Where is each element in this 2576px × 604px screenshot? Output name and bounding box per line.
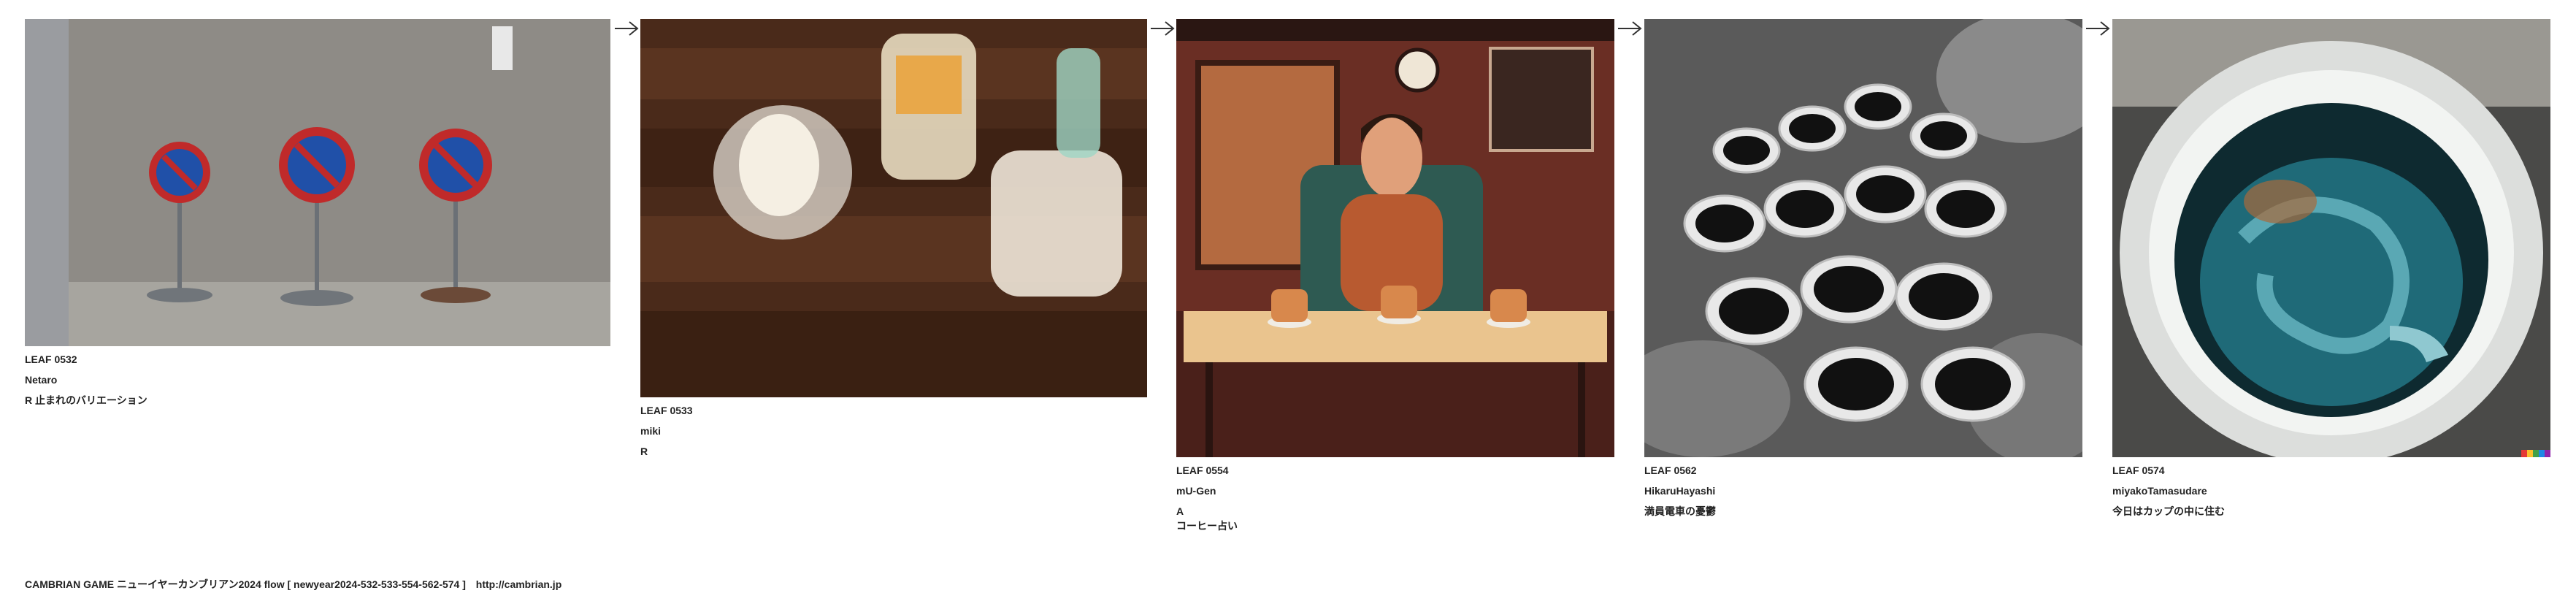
leaf-id: LEAF 0532 [25, 353, 77, 365]
leaf-id: LEAF 0574 [2112, 465, 2165, 476]
leaf-caption-0533: LEAF 0533 miki R [640, 400, 693, 462]
leaf-note: A [1176, 505, 1184, 517]
right-arrow-icon [2085, 19, 2111, 38]
leaf-author[interactable]: miyakoTamasudare [2112, 481, 2225, 501]
leaf-caption-0562: LEAF 0562 HikaruHayashi 満員電車の憂鬱 [1644, 460, 1716, 521]
right-arrow-icon [1149, 19, 1176, 38]
leaf-card-0532: LEAF 0532 Netaro R 止まれのバリエーション [25, 19, 610, 428]
leaf-image-0562[interactable] [1644, 19, 2082, 457]
right-arrow-icon [613, 19, 640, 38]
footer-link[interactable]: http://cambrian.jp [476, 578, 561, 590]
leaf-image-0574[interactable] [2112, 19, 2550, 457]
leaf-note: R 止まれのバリエーション [25, 394, 147, 406]
leaf-card-0554: LEAF 0554 mU-Gen A コーヒー占い [1176, 19, 1614, 545]
leaf-caption-0532: LEAF 0532 Netaro R 止まれのバリエーション [25, 349, 147, 410]
leaf-id: LEAF 0554 [1176, 465, 1229, 476]
leaf-image-0532[interactable] [25, 19, 610, 346]
leaf-caption-0554: LEAF 0554 mU-Gen A コーヒー占い [1176, 460, 1238, 533]
leaf-author[interactable]: mU-Gen [1176, 481, 1238, 501]
footer: CAMBRIAN GAME ニューイヤーカンブリアン2024 flow [ ne… [25, 577, 561, 592]
right-arrow-icon [1617, 19, 1643, 38]
leaf-id: LEAF 0562 [1644, 465, 1697, 476]
leaf-image-0533[interactable] [640, 19, 1147, 397]
leaf-note: 今日はカップの中に住む [2112, 505, 2225, 517]
leaf-note: コーヒー占い [1176, 520, 1238, 532]
leaf-card-0574: LEAF 0574 miyakoTamasudare 今日はカップの中に住む [2112, 19, 2550, 530]
leaf-caption-0574: LEAF 0574 miyakoTamasudare 今日はカップの中に住む [2112, 460, 2225, 521]
leaf-author[interactable]: Netaro [25, 370, 147, 390]
leaf-card-0533: LEAF 0533 miki R [640, 19, 1147, 472]
leaf-card-0562: LEAF 0562 HikaruHayashi 満員電車の憂鬱 [1644, 19, 2082, 530]
leaf-image-0554[interactable] [1176, 19, 1614, 457]
leaf-id: LEAF 0533 [640, 405, 693, 416]
leaf-note: 満員電車の憂鬱 [1644, 505, 1716, 517]
leaf-author[interactable]: HikaruHayashi [1644, 481, 1716, 501]
leaf-note: R [640, 446, 648, 457]
leaf-author[interactable]: miki [640, 421, 693, 441]
footer-title: CAMBRIAN GAME ニューイヤーカンブリアン2024 flow [ ne… [25, 578, 466, 590]
